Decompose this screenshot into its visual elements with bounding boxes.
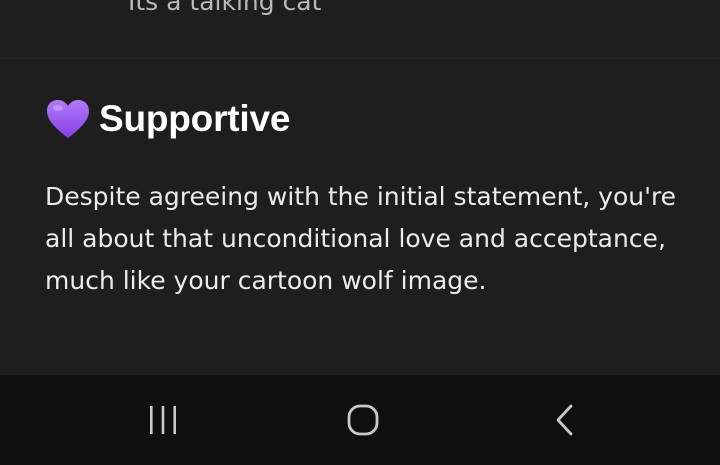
- back-icon: [556, 404, 573, 436]
- app-screen: Its a talking cat Supportive Despite agr…: [0, 0, 720, 465]
- section-title: Supportive: [99, 98, 291, 139]
- recents-button[interactable]: [133, 395, 193, 445]
- previous-item-text: Its a talking cat: [128, 0, 322, 16]
- section-header: Supportive: [45, 96, 290, 142]
- recents-icon: [150, 406, 176, 434]
- system-navigation-bar: [0, 375, 720, 465]
- purple-heart-icon: [47, 100, 89, 138]
- back-button[interactable]: [536, 395, 596, 445]
- section-description: Despite agreeing with the initial statem…: [45, 182, 677, 295]
- home-button[interactable]: [333, 395, 393, 445]
- divider: [0, 58, 720, 59]
- home-icon: [347, 404, 379, 436]
